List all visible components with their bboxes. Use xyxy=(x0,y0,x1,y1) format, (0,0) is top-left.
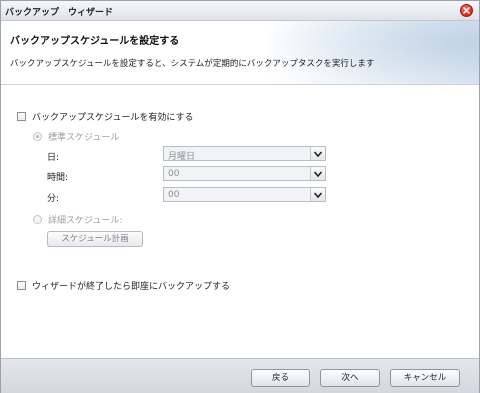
day-dropdown-button[interactable] xyxy=(310,147,325,160)
title-bar[interactable]: バックアップ ウィザード xyxy=(1,1,479,21)
minute-label: 分: xyxy=(47,194,60,204)
detailed-schedule-row[interactable]: 詳細スケジュール: xyxy=(33,213,122,226)
hour-label: 時間: xyxy=(47,173,69,183)
day-select-value: 月曜日 xyxy=(168,152,196,162)
button-bar: 戻る 次へ キャンセル xyxy=(1,358,479,393)
page-heading: バックアップスケジュールを設定する xyxy=(10,36,180,47)
detailed-schedule-label: 詳細スケジュール: xyxy=(48,216,123,226)
hour-select[interactable]: 00 xyxy=(163,166,326,181)
enable-schedule-row[interactable]: バックアップスケジュールを有効にする xyxy=(17,110,193,123)
backup-now-label: ウィザードが終了したら即座にバックアップする xyxy=(32,282,231,292)
standard-schedule-label: 標準スケジュール xyxy=(48,133,120,143)
standard-schedule-row[interactable]: 標準スケジュール xyxy=(33,130,119,143)
enable-schedule-checkbox[interactable] xyxy=(17,112,26,121)
hour-dropdown-button[interactable] xyxy=(310,167,325,180)
close-icon xyxy=(463,7,470,14)
hour-select-value: 00 xyxy=(168,169,180,179)
schedule-plan-button[interactable]: スケジュール計画 xyxy=(47,231,143,247)
backup-now-row[interactable]: ウィザードが終了したら即座にバックアップする xyxy=(17,279,230,292)
detailed-schedule-radio[interactable] xyxy=(33,215,42,224)
chevron-down-icon xyxy=(314,170,322,177)
cancel-button[interactable]: キャンセル xyxy=(390,369,460,387)
back-button[interactable]: 戻る xyxy=(251,369,310,387)
next-button[interactable]: 次へ xyxy=(320,369,380,387)
minute-select[interactable]: 00 xyxy=(163,187,326,202)
day-label: 日: xyxy=(47,153,60,163)
minute-select-value: 00 xyxy=(168,190,180,200)
backup-wizard-window: バックアップ ウィザード バックアップスケジュールを設定する バックアップスケジ… xyxy=(0,0,480,393)
close-button[interactable] xyxy=(460,4,473,17)
chevron-down-icon xyxy=(314,191,322,198)
minute-dropdown-button[interactable] xyxy=(310,188,325,201)
header-banner: バックアップスケジュールを設定する バックアップスケジュールを設定すると、システ… xyxy=(1,21,479,85)
window-title: バックアップ ウィザード xyxy=(5,8,114,18)
enable-schedule-label: バックアップスケジュールを有効にする xyxy=(32,113,194,123)
day-select[interactable]: 月曜日 xyxy=(163,146,326,162)
standard-schedule-radio[interactable] xyxy=(33,132,42,141)
banner-decoration xyxy=(259,21,479,84)
backup-now-checkbox[interactable] xyxy=(17,281,26,290)
chevron-down-icon xyxy=(314,150,322,157)
page-description: バックアップスケジュールを設定すると、システムが定期的にバックアップタスクを実行… xyxy=(10,59,375,69)
